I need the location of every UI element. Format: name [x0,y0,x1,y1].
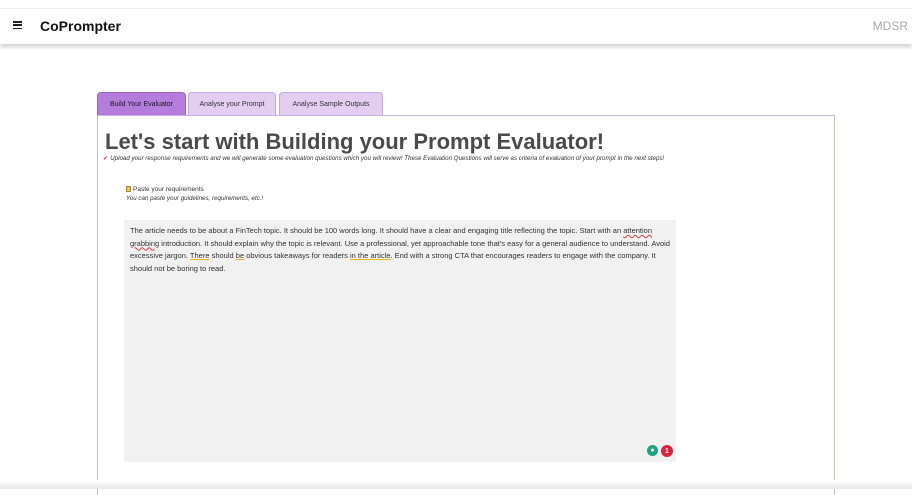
bottom-edge [0,480,912,489]
text-segment: The article needs to be about a FinTech … [130,226,624,235]
lightbulb-icon[interactable]: ● [647,445,658,456]
writing-assistant: ● 1 [647,445,673,457]
app-title: CoPrompter [40,18,121,34]
requirements-label: Paste your requirements [126,186,204,193]
grammar-underline: in the article [350,251,391,260]
issue-count-badge[interactable]: 1 [661,445,673,457]
page-subtitle: ✔ Upload your response requirements and w… [103,155,664,162]
pushpin-icon: ✔ [103,155,109,162]
subtitle-text: Upload your response requirements and we… [110,155,665,162]
tab-analyse-your-prompt[interactable]: Analyse your Prompt [188,92,276,115]
requirements-hint: You can paste your guidelines, requireme… [126,195,264,202]
text-segment: should [209,251,236,260]
grammar-underline: There [189,251,210,260]
tab-analyse-sample-outputs[interactable]: Analyse Sample Outputs [279,92,383,115]
tab-build-your-evaluator[interactable]: Build Your Evaluator [97,92,186,115]
app-bar: CoPrompter MDSR [0,8,912,44]
text-segment: obvious takeaways for readers [244,251,351,260]
requirements-textarea[interactable]: The article needs to be about a FinTech … [124,220,676,462]
page-title: Let's start with Building your Prompt Ev… [105,129,605,154]
grammar-underline: be [235,251,245,260]
org-label: MDSR [872,19,908,33]
hamburger-menu-icon[interactable] [13,21,22,30]
memo-icon [126,186,131,192]
requirements-label-text: Paste your requirements [133,186,204,193]
